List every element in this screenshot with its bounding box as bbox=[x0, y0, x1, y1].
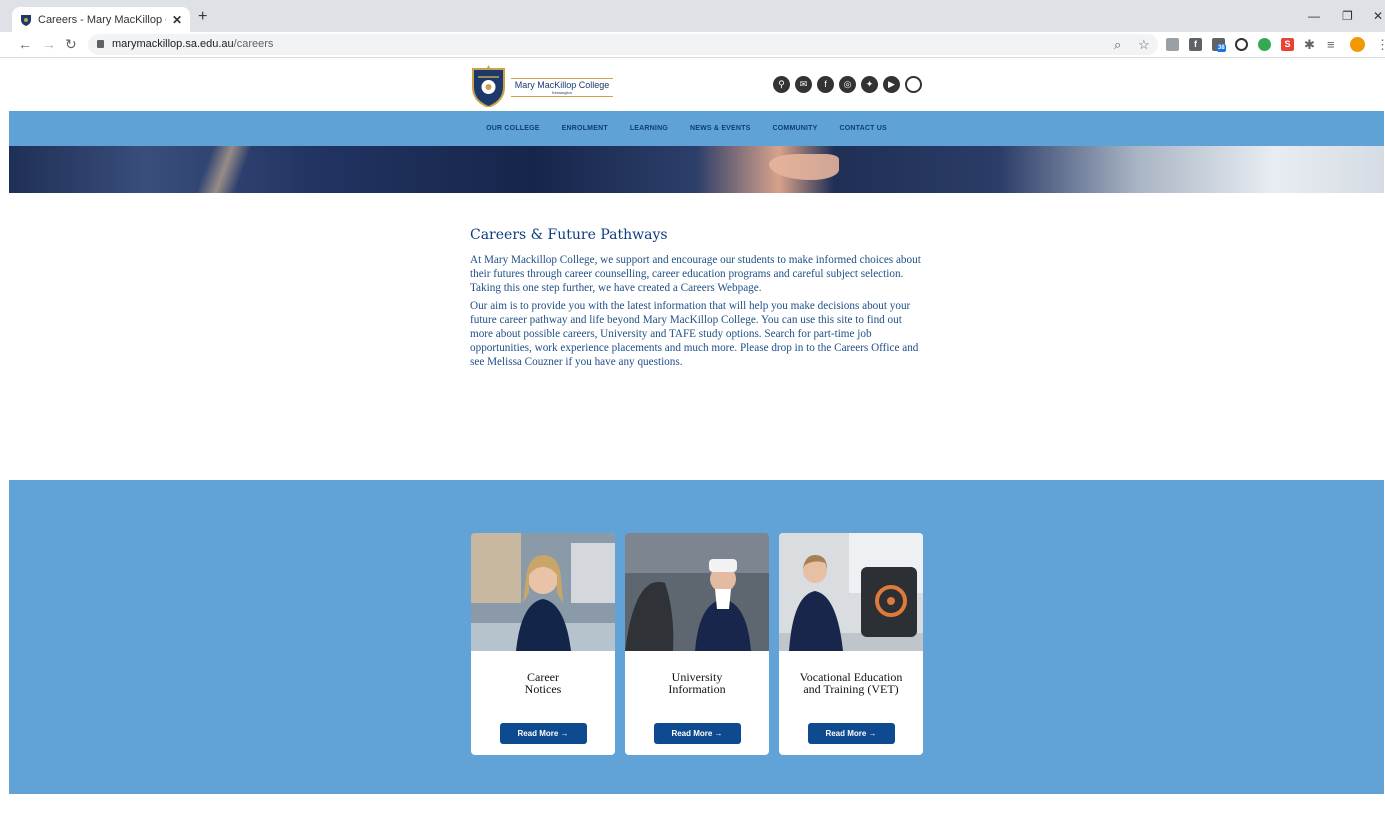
block-icon[interactable] bbox=[1235, 38, 1248, 51]
extension-badge: 38 bbox=[1217, 44, 1226, 52]
intro-paragraph: At Mary Mackillop College, we support an… bbox=[470, 254, 921, 294]
tab-close-icon[interactable]: ✕ bbox=[172, 13, 182, 27]
nav-enrolment[interactable]: ENROLMENT bbox=[562, 125, 608, 132]
nav-contact-us[interactable]: CONTACT US bbox=[840, 125, 887, 132]
twitter-icon[interactable]: ✦ bbox=[861, 76, 878, 93]
card-title-line: and Training (VET) bbox=[803, 682, 899, 696]
email-icon[interactable]: ✉ bbox=[795, 76, 812, 93]
card-career-notices[interactable]: Career Notices Read More → bbox=[471, 533, 615, 755]
nav-news-events[interactable]: NEWS & EVENTS bbox=[690, 125, 751, 132]
minimize-icon[interactable]: — bbox=[1308, 9, 1320, 23]
back-icon[interactable]: ← bbox=[18, 36, 32, 52]
web-page: Mary MacKillop College Kensington ⚲ ✉ f … bbox=[9, 58, 1384, 836]
hero-highlight bbox=[184, 146, 264, 193]
url-host: marymackillop.sa.edu.au bbox=[112, 38, 234, 50]
nav-learning[interactable]: LEARNING bbox=[630, 125, 668, 132]
main-nav: OUR COLLEGE ENROLMENT LEARNING NEWS & EV… bbox=[9, 111, 1384, 146]
card-title-line: Information bbox=[668, 682, 726, 696]
card-title-line: Notices bbox=[524, 682, 562, 696]
puzzle-icon[interactable]: ✱ bbox=[1304, 37, 1315, 53]
hero-hand bbox=[769, 154, 839, 180]
reload-icon[interactable]: ↻ bbox=[65, 36, 77, 53]
main-content: Careers & Future Pathways At Mary Mackil… bbox=[470, 227, 922, 374]
site-header: Mary MacKillop College Kensington ⚲ ✉ f … bbox=[9, 58, 1384, 111]
youtube-icon[interactable]: ▶ bbox=[883, 76, 900, 93]
extension-icon[interactable] bbox=[1258, 38, 1271, 51]
college-name: Mary MacKillop College bbox=[514, 80, 610, 90]
read-more-button[interactable]: Read More → bbox=[653, 723, 741, 744]
close-window-icon[interactable]: ✕ bbox=[1373, 9, 1383, 23]
url-path: /careers bbox=[233, 38, 274, 50]
menu-icon[interactable]: ⋮ bbox=[1376, 37, 1385, 53]
nav-community[interactable]: COMMUNITY bbox=[773, 125, 818, 132]
restore-icon[interactable]: ❐ bbox=[1342, 9, 1353, 23]
extension-icon[interactable] bbox=[1166, 38, 1179, 51]
address-bar[interactable]: marymackillop.sa.edu.au/careers bbox=[88, 34, 1158, 55]
card-vet[interactable]: Vocational Education and Training (VET) … bbox=[779, 533, 923, 755]
card-title: Career Notices bbox=[471, 671, 615, 711]
card-photo bbox=[471, 533, 615, 651]
card-title: Vocational Education and Training (VET) bbox=[779, 671, 923, 711]
card-photo bbox=[779, 533, 923, 651]
extension-icon[interactable]: 38 bbox=[1212, 38, 1226, 52]
college-campus: Kensington bbox=[551, 90, 572, 95]
forward-icon[interactable]: → bbox=[42, 36, 56, 52]
card-photo bbox=[625, 533, 769, 651]
college-crest-favicon-icon bbox=[21, 14, 31, 26]
tab-title: Careers - Mary MacKillop College bbox=[38, 13, 166, 26]
page-title: Careers & Future Pathways bbox=[470, 227, 668, 243]
read-more-button[interactable]: Read More → bbox=[499, 723, 587, 744]
lock-icon[interactable] bbox=[97, 40, 104, 48]
nav-our-college[interactable]: OUR COLLEGE bbox=[486, 125, 540, 132]
chat-icon[interactable] bbox=[905, 76, 922, 93]
search-icon[interactable]: ⚲ bbox=[773, 76, 790, 93]
browser-tab[interactable]: Careers - Mary MacKillop College ✕ bbox=[12, 7, 190, 32]
read-more-button[interactable]: Read More → bbox=[807, 723, 895, 744]
card-university-information[interactable]: University Information Read More → bbox=[625, 533, 769, 755]
facebook-icon[interactable]: f bbox=[817, 76, 834, 93]
pathways-band: Career Notices Read More → University In… bbox=[9, 480, 1384, 794]
browser-tab-strip bbox=[0, 0, 1385, 32]
extension-icon[interactable]: f bbox=[1189, 38, 1202, 51]
college-crest-logo-icon[interactable] bbox=[470, 63, 507, 107]
card-title: University Information bbox=[625, 671, 769, 711]
bookmark-star-icon[interactable]: ☆ bbox=[1138, 37, 1150, 53]
aim-paragraph: Our aim is to provide you with the lates… bbox=[470, 300, 919, 368]
college-logo-text[interactable]: Mary MacKillop College Kensington bbox=[511, 78, 613, 97]
zoom-icon[interactable]: ⌕ bbox=[1114, 37, 1121, 53]
extension-icon[interactable]: S bbox=[1281, 38, 1294, 51]
media-icon[interactable]: ≡ bbox=[1327, 37, 1335, 52]
hero-banner-image bbox=[9, 146, 1384, 193]
new-tab-button[interactable]: + bbox=[198, 8, 207, 26]
profile-avatar[interactable] bbox=[1350, 37, 1365, 52]
instagram-icon[interactable]: ◎ bbox=[839, 76, 856, 93]
social-links: ⚲ ✉ f ◎ ✦ ▶ bbox=[773, 76, 922, 93]
